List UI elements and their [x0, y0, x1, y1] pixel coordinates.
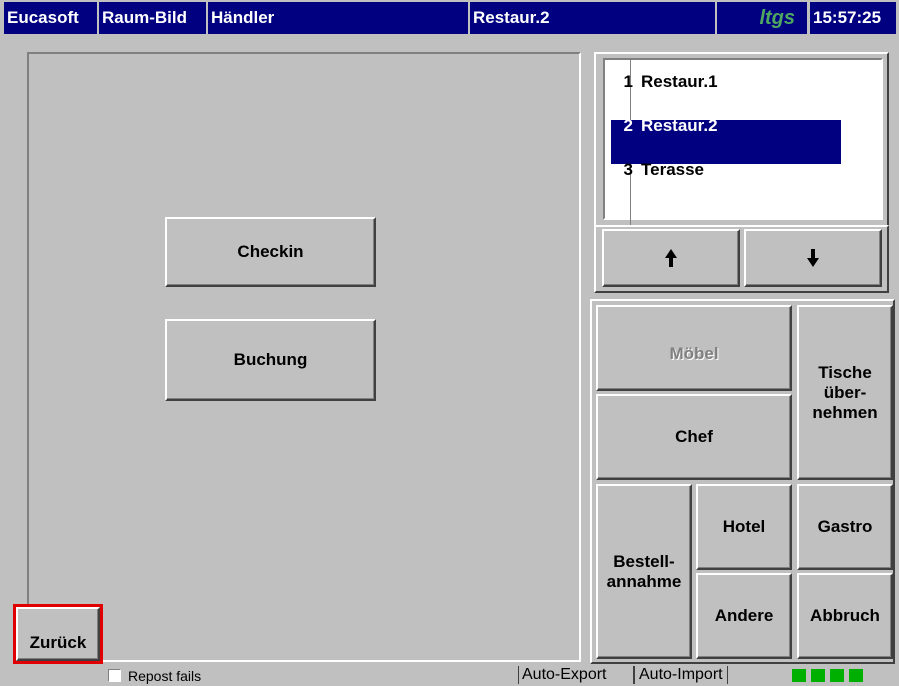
title-bar: Eucasoft Raum-Bild Händler Restaur.2 ltg… [0, 0, 899, 38]
list-item-number: 2 [623, 116, 633, 135]
app-name: Eucasoft [4, 2, 97, 34]
tische-label-3: nehmen [812, 402, 878, 422]
scroll-up-button[interactable] [602, 229, 740, 287]
buchung-button[interactable]: Buchung [165, 319, 376, 401]
list-item-label: Terasse [641, 160, 705, 179]
scroll-down-button[interactable] [744, 229, 882, 287]
logo: ltgs [717, 2, 807, 34]
logo-text: ltgs [759, 7, 795, 29]
chef-button[interactable]: Chef [596, 394, 792, 480]
auto-export-label: Auto-Export [518, 666, 606, 684]
list-item-label: Restaur.1 [641, 72, 718, 91]
arrow-up-icon [665, 249, 677, 267]
list-item-label: Restaur.2 [641, 116, 718, 135]
andere-button[interactable]: Andere [696, 573, 792, 659]
list-item-number: 1 [623, 72, 633, 91]
room-name: Restaur.2 [470, 2, 715, 34]
status-led-3 [830, 669, 844, 682]
repost-fails-label: Repost fails [128, 668, 202, 684]
back-button-frame: Zurück [13, 604, 103, 664]
status-bar: Repost fails Auto-Export Auto-Import [0, 666, 899, 686]
tische-label-1: Tische [818, 362, 872, 382]
checkin-button[interactable]: Checkin [165, 217, 376, 287]
status-led-4 [849, 669, 863, 682]
bestell-label-2: annahme [606, 571, 682, 591]
status-led-1 [792, 669, 806, 682]
tische-uebernehmen-button[interactable]: Tische über- nehmen [797, 305, 893, 480]
list-item-number: 3 [623, 160, 633, 179]
auto-import-label: Auto-Import [633, 666, 728, 684]
bestell-label-1: Bestell- [613, 551, 675, 571]
moebel-button[interactable]: Möbel [596, 305, 792, 391]
bestellannahme-button[interactable]: Bestell- annahme [596, 484, 692, 659]
room-list: 1 Restaur.1 2 Restaur.2 3 Terasse [603, 58, 883, 245]
back-button[interactable]: Zurück [16, 607, 100, 661]
abbruch-button[interactable]: Abbruch [797, 573, 893, 659]
list-item[interactable]: 3 Terasse [611, 160, 841, 208]
status-led-2 [811, 669, 825, 682]
repost-fails-checkbox[interactable] [108, 669, 121, 682]
gastro-button[interactable]: Gastro [797, 484, 893, 570]
clock: 15:57:25 [810, 2, 896, 34]
arrow-down-icon [807, 249, 819, 267]
view-name: Raum-Bild [99, 2, 206, 34]
hotel-button[interactable]: Hotel [696, 484, 792, 570]
tische-label-2: über- [823, 382, 867, 402]
user-name: Händler [208, 2, 468, 34]
